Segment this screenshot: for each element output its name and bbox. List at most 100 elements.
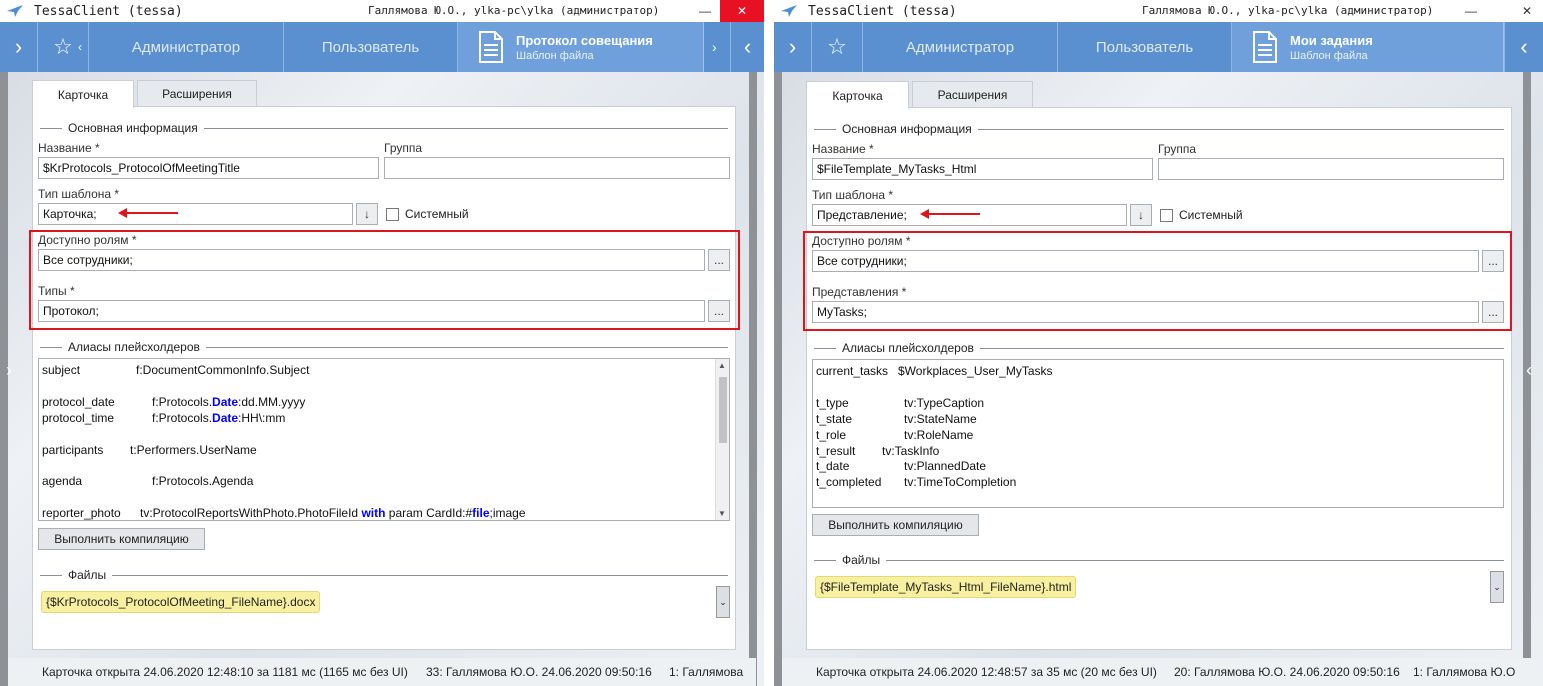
alias-row: t_type tv:TypeCaption [816, 396, 985, 410]
aliases-editor[interactable]: current_tasks $Workplaces_User_MyTasks t_… [812, 359, 1504, 508]
tab-card[interactable]: Карточка [806, 81, 909, 109]
compile-button[interactable]: Выполнить компиляцию [812, 514, 979, 536]
bird-logo-icon [7, 5, 23, 17]
tab-extensions[interactable]: Расширения [137, 80, 257, 107]
alias-row: protocol_time f:Protocols.Date:HH\:mm [42, 411, 286, 425]
alias-row: t_result tv:TaskInfo [816, 444, 940, 458]
section-files: Файлы [814, 553, 1504, 567]
tab-user[interactable]: Пользователь [1058, 22, 1232, 72]
dropdown-icon[interactable]: ⌄ [716, 586, 730, 618]
window-mytasks: TessaClient (tessa) Галлямова Ю.О., ylka… [774, 0, 1543, 686]
status-user: 20: Галлямова Ю.О. 24.06.2020 09:50:16 [1174, 665, 1400, 679]
right-scroll-strip[interactable] [749, 72, 757, 686]
alias-row: agenda f:Protocols.Agenda [42, 474, 254, 488]
title-bar: TessaClient (tessa) Галлямова Ю.О., ylka… [0, 0, 764, 22]
title-user-info: Галлямова Ю.О., ylka-pc\ylka (администра… [1142, 4, 1434, 17]
chevron-left-icon[interactable]: ‹ [1504, 22, 1543, 72]
annotation-arrow [920, 209, 980, 219]
alias-row: participants t:Performers.UserName [42, 443, 257, 457]
roles-label: Доступно ролям * [38, 233, 137, 247]
close-icon[interactable]: ✕ [1512, 0, 1542, 22]
tab-active-card[interactable]: Мои задания Шаблон файла [1232, 22, 1504, 72]
tab-admin[interactable]: Администратор [862, 22, 1058, 72]
views-browse-button[interactable]: ... [1482, 301, 1504, 323]
title-user-info: Галлямова Ю.О., ylka-pc\ylka (администра… [368, 4, 660, 17]
nav-bar: › ☆ ‹ Администратор Пользователь Протокол… [0, 22, 764, 72]
app-title: TessaClient (tessa) [808, 3, 957, 19]
scroll-thumb[interactable] [719, 377, 727, 443]
group-input[interactable] [1158, 158, 1504, 180]
alias-row: t_date tv:PlannedDate [816, 459, 987, 473]
types-input[interactable]: Протокол; [38, 300, 705, 322]
section-main-info: Основная информация [814, 122, 1504, 136]
name-label: Название * [812, 142, 874, 156]
roles-browse-button[interactable]: ... [708, 249, 730, 271]
window-protocol: TessaClient (tessa) Галлямова Ю.О., ylka… [0, 0, 764, 686]
active-card-title: Мои задания [1290, 32, 1373, 48]
roles-browse-button[interactable]: ... [1482, 250, 1504, 272]
chevron-right-icon[interactable]: › [774, 22, 812, 72]
close-icon[interactable]: ✕ [720, 0, 764, 22]
active-card-title: Протокол совещания [516, 32, 653, 48]
chevron-left-icon[interactable]: ‹ [730, 22, 764, 72]
system-checkbox[interactable]: Системный [1160, 208, 1243, 222]
dropdown-icon[interactable]: ⌄ [1490, 571, 1504, 603]
chevron-right-icon[interactable]: › [0, 22, 38, 72]
chevron-left-icon[interactable]: ‹ [1526, 360, 1532, 381]
views-input[interactable]: MyTasks; [812, 301, 1479, 323]
active-card-subtitle: Шаблон файла [1290, 49, 1368, 62]
section-aliases: Алиасы плейсхолдеров [814, 341, 1504, 355]
alias-row: t_state tv:StateName [816, 412, 977, 426]
files-list[interactable]: {$FileTemplate_MyTasks_Html_FileName}.ht… [812, 570, 1504, 604]
tab-card[interactable]: Карточка [32, 80, 134, 108]
alias-row: subject f:DocumentCommonInfo.Subject [42, 363, 310, 377]
tab-admin[interactable]: Администратор [88, 22, 284, 72]
aliases-editor[interactable]: subject f:DocumentCommonInfo.Subject prot… [38, 358, 730, 521]
star-icon[interactable]: ☆ ‹ [38, 22, 88, 72]
status-extra: 1: Галлямова [669, 665, 744, 679]
alias-row: t_role tv:RoleName [816, 428, 974, 442]
title-bar: TessaClient (tessa) Галлямова Ю.О., ylka… [774, 0, 1543, 22]
down-arrow-icon[interactable]: ↓ [1130, 204, 1152, 226]
group-label: Группа [1158, 142, 1197, 156]
name-input[interactable]: $KrProtocols_ProtocolOfMeetingTitle [38, 157, 379, 179]
tab-extensions[interactable]: Расширения [912, 81, 1033, 108]
file-chip[interactable]: {$FileTemplate_MyTasks_Html_FileName}.ht… [815, 576, 1077, 598]
editor-scrollbar[interactable]: ▲ ▼ [715, 359, 729, 520]
compile-button[interactable]: Выполнить компиляцию [38, 528, 205, 550]
group-label: Группа [384, 141, 423, 155]
document-icon [1253, 31, 1277, 63]
roles-input[interactable]: Все сотрудники; [38, 249, 705, 271]
alias-row: reporter_photo tv:ProtocolReportsWithPhot… [42, 506, 526, 520]
minimize-icon[interactable]: — [1456, 0, 1486, 22]
types-browse-button[interactable]: ... [708, 300, 730, 322]
group-input[interactable] [384, 157, 730, 179]
template-type-label: Тип шаблона * [38, 187, 120, 201]
star-icon[interactable]: ☆ [812, 22, 862, 72]
annotation-arrow [118, 208, 178, 218]
tab-active-card[interactable]: Протокол совещания Шаблон файла › [458, 22, 717, 72]
app-title: TessaClient (tessa) [34, 3, 183, 19]
left-scroll-strip[interactable] [774, 72, 782, 686]
tab-user[interactable]: Пользователь [284, 22, 458, 72]
template-type-input[interactable]: Представление; [812, 204, 1127, 226]
active-card-subtitle: Шаблон файла [516, 49, 594, 62]
section-aliases: Алиасы плейсхолдеров [40, 340, 728, 354]
minimize-icon[interactable]: — [690, 0, 720, 22]
name-input[interactable]: $FileTemplate_MyTasks_Html [812, 158, 1153, 180]
file-chip[interactable]: {$KrProtocols_ProtocolOfMeeting_FileName… [41, 591, 321, 613]
status-bar: Карточка открыта 24.06.2020 12:48:10 за … [8, 658, 756, 686]
types-label: Типы * [38, 284, 75, 298]
status-bar: Карточка открыта 24.06.2020 12:48:57 за … [782, 658, 1535, 686]
roles-label: Доступно ролям * [812, 234, 911, 248]
system-checkbox[interactable]: Системный [386, 207, 469, 221]
template-type-input[interactable]: Карточка; [38, 203, 353, 225]
alias-row: protocol_date f:Protocols.Date:dd.MM.yyyy [42, 395, 306, 409]
status-opened: Карточка открыта 24.06.2020 12:48:10 за … [42, 665, 408, 679]
files-list[interactable]: {$KrProtocols_ProtocolOfMeeting_FileName… [38, 585, 730, 619]
chevron-right-icon[interactable]: › [6, 360, 12, 381]
section-main-info: Основная информация [40, 121, 728, 135]
roles-input[interactable]: Все сотрудники; [812, 250, 1479, 272]
down-arrow-icon[interactable]: ↓ [356, 203, 378, 225]
alias-row: current_tasks $Workplaces_User_MyTasks [816, 364, 1053, 378]
